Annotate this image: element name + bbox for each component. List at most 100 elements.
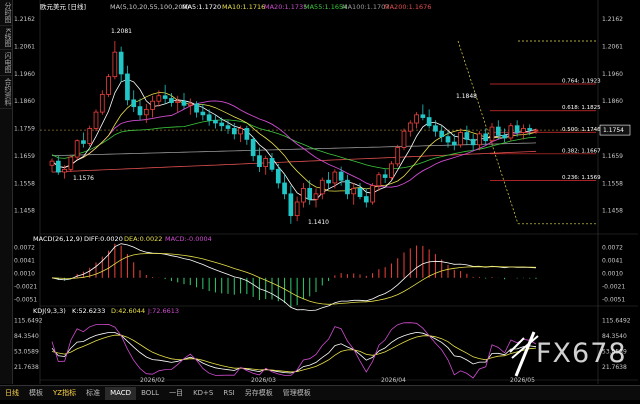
- candle-body: [156, 95, 162, 102]
- legend-ma5: MA5:1.1720: [182, 3, 221, 11]
- macd-legend-params: MACD(26,12,9): [33, 235, 82, 243]
- candle-body: [93, 111, 99, 129]
- candle-body: [527, 128, 533, 131]
- current-price-label: 1.1754: [603, 127, 624, 134]
- bottom-tab-save-template[interactable]: 另存模板: [240, 387, 278, 400]
- kdj-axis-left-label: 84.3540: [14, 333, 39, 340]
- legend-symbol: 欧元美元: [40, 2, 67, 11]
- candle-body: [81, 140, 86, 144]
- price-axis-right-label: 1.2162: [602, 16, 623, 23]
- kdj-axis-left-label: 115.6492: [14, 318, 43, 325]
- ma100-line: [51, 142, 537, 157]
- candle-body: [451, 141, 457, 146]
- candle-body: [238, 128, 243, 135]
- bottom-tab-daily[interactable]: 日线: [0, 387, 24, 400]
- bottom-tab-template[interactable]: 模板: [24, 387, 48, 400]
- macd-axis-right-label: 0.0072: [602, 244, 623, 251]
- bottom-tab-kds[interactable]: KD+S: [188, 387, 218, 400]
- price-axis-left-label: 1.1960: [14, 71, 35, 78]
- candle-body: [433, 125, 438, 132]
- ma20-line: [51, 100, 537, 188]
- bottom-tab-macd[interactable]: MACD: [105, 386, 137, 400]
- bottom-tab-boll[interactable]: BOLL: [136, 387, 164, 400]
- candle-body: [370, 185, 375, 203]
- candle-body: [508, 125, 514, 139]
- candle-body: [414, 114, 419, 124]
- price-axis-left-label: 1.1860: [14, 98, 35, 105]
- candle-body: [244, 128, 250, 140]
- kdj-axis-left-label: 21.7638: [14, 364, 39, 371]
- macd-axis-right-label: 0.0041: [602, 257, 623, 264]
- annotation-low1: 1.1576: [73, 175, 94, 182]
- candle-body: [125, 73, 130, 101]
- price-axis-left-label: 1.2061: [14, 43, 35, 50]
- candle-body: [282, 182, 287, 195]
- candle-body: [106, 76, 111, 95]
- candle-body: [131, 99, 137, 108]
- price-axis-left-label: 1.1458: [14, 208, 35, 215]
- price-axis-right-label: 1.1458: [602, 208, 623, 215]
- candle-body: [470, 138, 476, 146]
- candle-body: [55, 160, 61, 173]
- fib-level-label: 0.236: 1.1569: [562, 175, 601, 181]
- candle-body: [313, 193, 319, 200]
- macd-diff-line: [51, 243, 537, 311]
- sidebar-tab-contract-info[interactable]: 合约资料: [0, 76, 12, 109]
- candle-body: [143, 108, 149, 116]
- candle-body: [495, 126, 501, 136]
- candle-body: [464, 132, 470, 140]
- sidebar-tab-lightning[interactable]: 闪电图: [0, 50, 12, 76]
- fib-level-label: 0.764: 1.1923: [562, 79, 601, 85]
- x-axis-label: 2026/02: [140, 377, 165, 384]
- candle-body: [269, 158, 275, 170]
- macd-axis-left-label: 0.0041: [14, 257, 35, 264]
- candle-body: [389, 163, 394, 178]
- fib-level-label: 0.500: 1.1746: [562, 127, 601, 133]
- annotation-peak: 1.1848: [456, 93, 477, 100]
- candle-body: [206, 114, 212, 121]
- candle-body: [162, 95, 168, 99]
- candle-body: [332, 171, 338, 184]
- candle-body: [181, 100, 187, 106]
- bottom-tab-rsi[interactable]: RSI: [218, 387, 239, 400]
- bottom-tab-manage-template[interactable]: 管理模板: [278, 387, 316, 400]
- legend-ma100: MA100:1.1707: [342, 3, 389, 11]
- chart-window: 0.764: 1.1923 0.618: 1.1825 0.500: 1.1746 0…: [0, 0, 640, 400]
- macd-axis-right-label: 0.0010: [602, 271, 623, 278]
- price-axis-right-label: 1.1960: [602, 71, 623, 78]
- candle-body: [257, 155, 262, 167]
- annotation-high: 1.2081: [111, 28, 132, 35]
- candle-body: [395, 147, 401, 165]
- candle-body: [169, 98, 174, 103]
- macd-axis-left-label: -0.0051: [14, 296, 37, 303]
- candle-body: [219, 122, 225, 127]
- candle-body: [187, 103, 193, 106]
- fib-level-label: 0.618: 1.1825: [562, 105, 601, 111]
- kdj-axis-left-label: 53.0589: [14, 349, 39, 356]
- candle-body: [68, 156, 74, 170]
- candle-body: [231, 128, 237, 135]
- candle-body: [150, 100, 155, 110]
- legend-ma-params: MA(5,10,20,55,100,200): [110, 3, 189, 11]
- candle-body: [74, 140, 80, 158]
- candle-body: [483, 133, 489, 142]
- kdj-legend-j: J:72.6613: [147, 307, 179, 315]
- candle-body: [376, 174, 382, 187]
- macd-axis-right-label: -0.0021: [602, 284, 625, 291]
- price-axis-left-label: 1.2162: [14, 16, 35, 23]
- candle-body: [420, 114, 426, 118]
- sidebar-tab-timeshare[interactable]: 分时图: [0, 0, 12, 26]
- candle-body: [458, 132, 463, 146]
- bottom-tab-ichimoku[interactable]: 一目: [164, 387, 188, 400]
- legend-ma20: MA20:1.1735: [264, 3, 307, 11]
- candle-body: [502, 134, 507, 139]
- bottom-tab-standard[interactable]: 标准: [81, 387, 105, 400]
- sidebar-tab-kline[interactable]: K线图: [0, 26, 12, 50]
- candle-body: [99, 93, 105, 113]
- price-axis-left-label: 1.1659: [14, 153, 35, 160]
- kdj-j-line: [51, 322, 537, 379]
- bottom-tab-yz-indicator[interactable]: YZ指标: [48, 387, 81, 400]
- candle-body: [49, 160, 55, 166]
- candle-body: [363, 196, 369, 203]
- candle-body: [319, 179, 325, 195]
